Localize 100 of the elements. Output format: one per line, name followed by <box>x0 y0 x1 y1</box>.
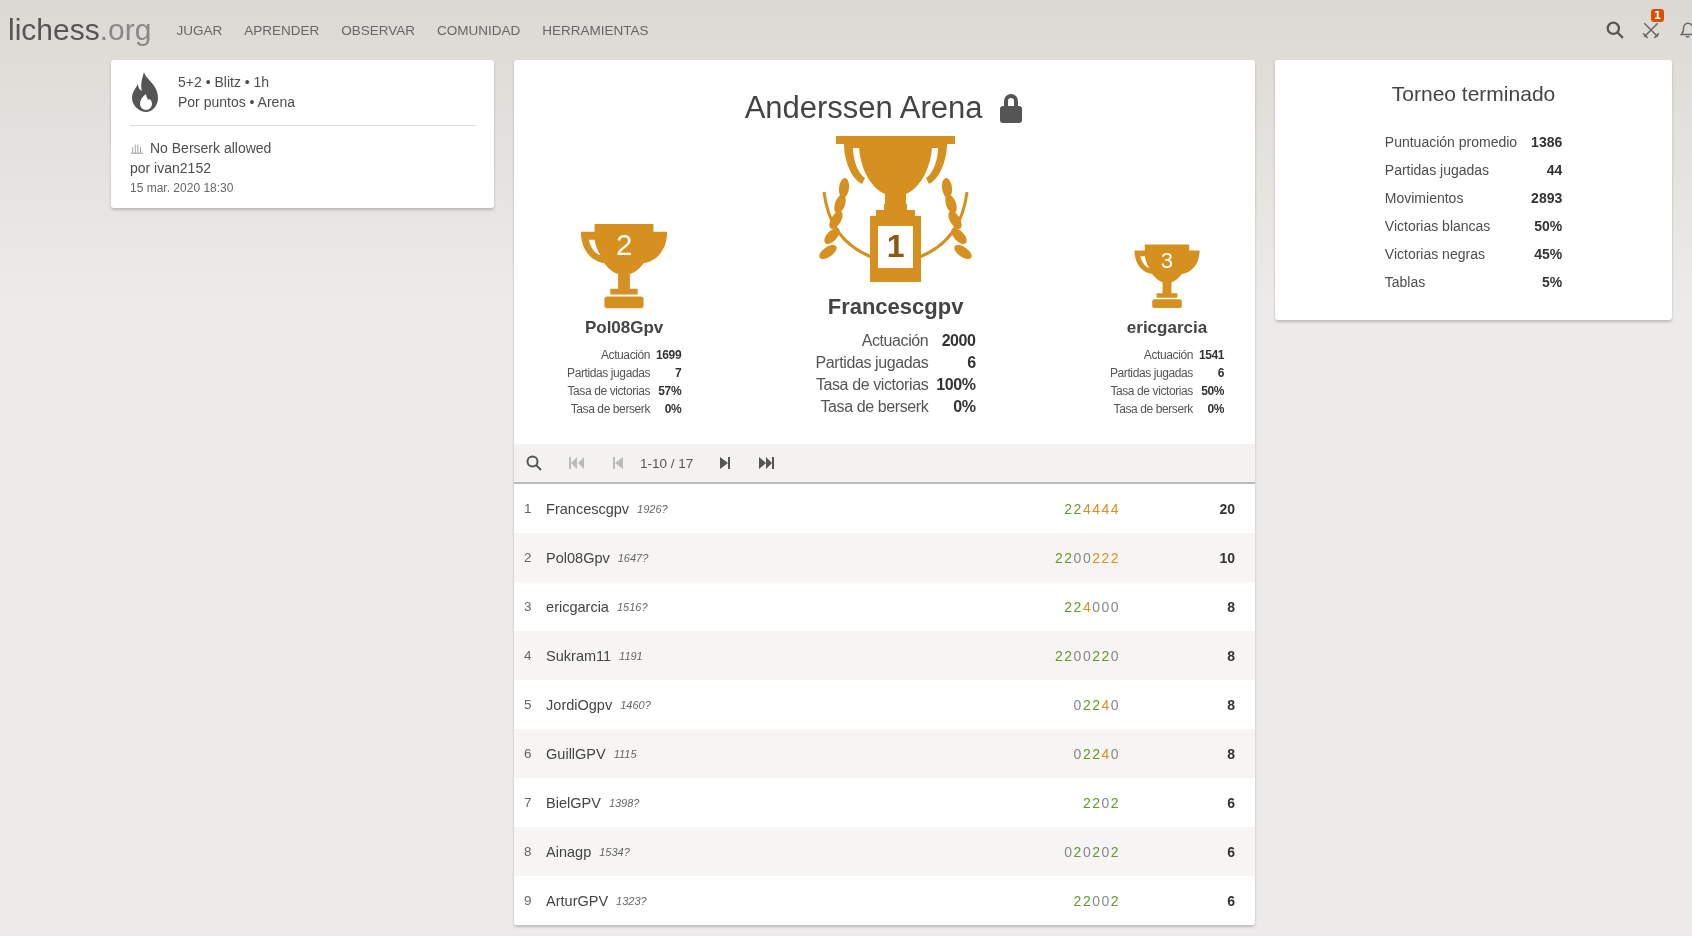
rank-number: 4 <box>524 648 533 663</box>
nav-link[interactable]: HERRAMIENTAS <box>542 22 649 38</box>
summary-label: Puntuación promedio <box>1384 133 1518 152</box>
player-score: 8 <box>1226 745 1236 762</box>
stat-label: Tasa de victorias <box>566 383 652 400</box>
score-sheet: 22002 <box>1073 892 1121 909</box>
nav-link[interactable]: APRENDER <box>244 22 320 38</box>
player-link[interactable]: Ainagp <box>546 843 592 860</box>
summary-label: Victorias negras <box>1384 245 1486 264</box>
nav-link[interactable]: COMUNIDAD <box>436 22 521 38</box>
stat-label: Actuación <box>599 347 652 364</box>
score-sheet: 2 200222 <box>1055 549 1121 566</box>
summary-value: 2893 <box>1530 189 1563 208</box>
standings-row[interactable]: 5 JordiOgpv 1460? 02 240 8 <box>514 680 1256 729</box>
nav-link[interactable]: OBSERVAR <box>341 22 415 38</box>
stat-value: 0% <box>663 401 683 418</box>
stat-value: 6 <box>966 353 977 373</box>
notification-badge: 1 <box>1651 9 1664 22</box>
rank-number: 5 <box>524 697 533 712</box>
rank-number: 2 <box>524 550 533 565</box>
stat-label: Tasa de berserk <box>1112 401 1194 418</box>
site-logo[interactable]: lichess.org <box>8 13 152 47</box>
summary-title: Torneo terminado <box>1391 82 1556 106</box>
stat-label: Tasa de berserk <box>819 397 930 417</box>
player-rating: 1516? <box>616 600 648 613</box>
search-button[interactable] <box>526 455 543 471</box>
standings-row[interactable]: 4 Sukram11 1191 2 200220 8 <box>514 631 1256 680</box>
tournament-title: Anderssen Arena <box>744 90 983 126</box>
player-score: 20 <box>1218 500 1236 517</box>
score-sheet: 02 240 <box>1073 745 1121 762</box>
player-rating: 1398? <box>608 796 640 809</box>
player-link[interactable]: Francescgpv <box>546 500 630 517</box>
score-sheet: 020202 <box>1064 843 1121 860</box>
summary-value: 45% <box>1533 245 1563 264</box>
stat-value: 0% <box>952 397 977 417</box>
summary-label: Movimientos <box>1384 189 1465 208</box>
player-score: 10 <box>1218 549 1236 566</box>
stat-value: 57% <box>657 383 683 400</box>
skip-forward-icon <box>759 455 776 471</box>
player-rating: 1323? <box>616 894 647 907</box>
standings-row[interactable]: 7 BielGPV 1398? 2 202 6 <box>514 778 1256 827</box>
standings-row[interactable]: 9 ArturGPV 1323? 22002 6 <box>514 876 1256 925</box>
standings-row[interactable]: 6 GuillGPV 1115 02 240 8 <box>514 729 1256 778</box>
summary-value: 44 <box>1545 161 1563 180</box>
score-sheet: 2 202 <box>1082 794 1121 811</box>
stat-label: Tasa de victorias <box>1109 383 1194 400</box>
rank-number: 1 <box>524 501 533 516</box>
score-sheet: 02 240 <box>1073 696 1121 713</box>
player-rating: 1534? <box>599 845 630 858</box>
berserk-note: No Berserk allowed <box>150 139 272 158</box>
summary-label: Partidas jugadas <box>1384 161 1491 180</box>
place-number: 3 <box>1160 247 1174 274</box>
player-link[interactable]: Pol08Gpv <box>546 549 610 566</box>
score-sheet: 224000 <box>1064 598 1121 615</box>
stat-value: 2000 <box>940 331 977 351</box>
stat-value: 0% <box>1206 401 1226 418</box>
standings-row[interactable]: 1 Francescgpv 1926? 224444 20 <box>514 484 1256 533</box>
player-link[interactable]: BielGPV <box>546 794 601 811</box>
stat-label: Partidas jugadas <box>566 365 652 382</box>
search-icon <box>1606 21 1624 39</box>
player-link[interactable]: ArturGPV <box>546 892 609 909</box>
stat-label: Partidas jugadas <box>1108 365 1194 382</box>
score-sheet: 224444 <box>1064 500 1121 517</box>
stat-label: Partidas jugadas <box>814 353 930 373</box>
player-score: 8 <box>1226 647 1236 664</box>
score-sheet: 2 200220 <box>1055 647 1121 664</box>
stat-value: 6 <box>1216 365 1226 382</box>
player-link[interactable]: GuillGPV <box>546 745 606 762</box>
search-button[interactable] <box>1604 19 1626 41</box>
skip-back-icon <box>568 455 585 471</box>
place-number: 2 <box>615 227 633 262</box>
player-name[interactable]: ericgarcia <box>1126 318 1208 338</box>
rank-number: 8 <box>524 844 533 859</box>
player-name[interactable]: Pol08Gpv <box>584 318 664 338</box>
player-rating: 1460? <box>620 698 651 711</box>
summary-value: 5% <box>1541 273 1563 292</box>
stat-value: 100% <box>935 375 977 395</box>
standings-row[interactable]: 3 ericgarcia 1516? 224000 8 <box>514 582 1256 631</box>
last-page-button[interactable] <box>759 455 776 471</box>
stat-label: Actuación <box>1142 347 1194 364</box>
player-name[interactable]: Francescgpv <box>827 294 964 320</box>
player-rating: 1191 <box>619 649 643 662</box>
player-rating: 1647? <box>617 551 649 564</box>
nav-link[interactable]: JUGAR <box>176 22 223 38</box>
player-link[interactable]: JordiOgpv <box>546 696 613 713</box>
date-text: 15 mar. 2020 18:30 <box>130 180 235 197</box>
player-score: 8 <box>1226 598 1236 615</box>
standings-row[interactable]: 2 Pol08Gpv 1647? 2 200222 10 <box>514 533 1256 582</box>
player-link[interactable]: ericgarcia <box>546 598 609 615</box>
stat-label: Tasa de berserk <box>569 401 652 418</box>
player-rating: 1115 <box>613 747 637 760</box>
summary-label: Victorias blancas <box>1384 217 1492 236</box>
summary-label: Tablas <box>1384 273 1427 292</box>
standings-row[interactable]: 8 Ainagp 1534? 020202 6 <box>514 827 1256 876</box>
rank-number: 9 <box>524 893 533 908</box>
tournament-format-text: Por puntos • Arena <box>178 93 295 112</box>
player-score: 6 <box>1226 892 1236 909</box>
stat-label: Actuación <box>860 331 930 351</box>
player-link[interactable]: Sukram11 <box>546 647 612 664</box>
player-rating: 1926? <box>637 502 668 515</box>
